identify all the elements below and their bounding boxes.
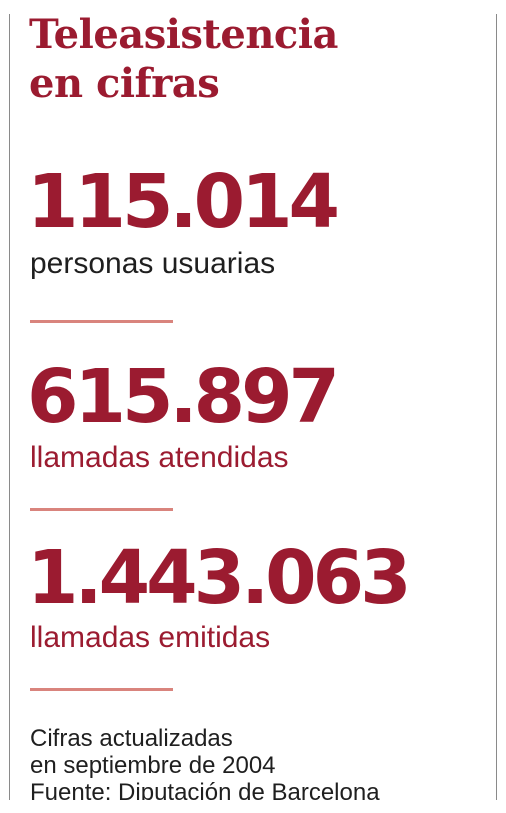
- stat-value-answered-calls: 615.897: [27, 354, 340, 440]
- divider-2: [30, 508, 173, 511]
- title-line-1: Teleasistencia: [29, 11, 338, 58]
- stat-label-emitted-calls: llamadas emitidas: [30, 621, 271, 654]
- stat-value-users: 115.014: [27, 159, 340, 245]
- source-note-line-1: Cifras actualizadas: [30, 725, 233, 752]
- source-note-line-3: Fuente: Diputación de Barcelona: [30, 779, 380, 800]
- source-note: Cifras actualizadas en septiembre de 200…: [30, 725, 490, 800]
- divider-3: [30, 688, 173, 691]
- right-border-rule: [496, 14, 497, 800]
- infographic-title: Teleasistencia en cifras: [29, 10, 338, 108]
- source-note-line-2: en septiembre de 2004: [30, 752, 276, 779]
- divider-1: [30, 320, 173, 323]
- left-border-rule: [9, 14, 10, 800]
- stat-label-answered-calls: llamadas atendidas: [30, 441, 289, 474]
- title-line-2: en cifras: [29, 60, 220, 107]
- stat-value-emitted-calls: 1.443.063: [27, 535, 412, 621]
- stat-label-users: personas usuarias: [30, 247, 276, 280]
